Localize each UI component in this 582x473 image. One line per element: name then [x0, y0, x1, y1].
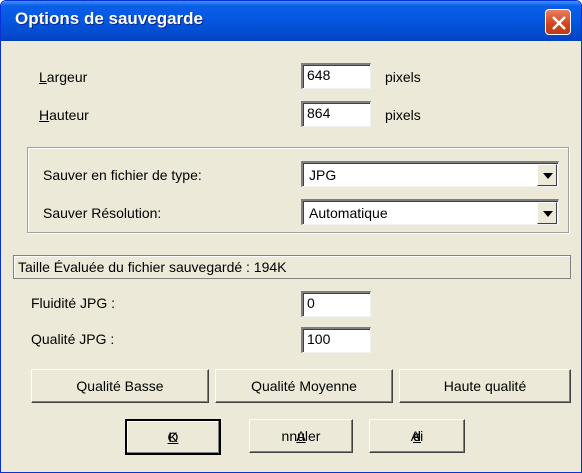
medium-quality-label: Qualité Moyenne [251, 378, 357, 394]
width-field[interactable]: 648 [301, 63, 371, 89]
width-unit: pixels [385, 69, 421, 85]
jpg-smoothing-label: Fluidité JPG : [31, 295, 116, 311]
help-button[interactable]: Ai d e [369, 419, 465, 453]
ok-button[interactable]: OK [125, 419, 221, 455]
resolution-label: Sauver Résolution: [43, 205, 162, 221]
high-quality-label: Haute qualité [443, 378, 527, 394]
width-value: 648 [307, 67, 331, 83]
dialog-window: Options de sauvegarde Largeur 648 pixels… [0, 0, 582, 473]
width-label: Largeur [39, 69, 88, 85]
file-type-label: Sauver en fichier de type: [43, 167, 202, 183]
resolution-select[interactable]: Automatique [301, 199, 559, 225]
jpg-quality-label: Qualité JPG : [31, 331, 115, 347]
resolution-value: Automatique [309, 205, 388, 221]
file-type-value: JPG [309, 167, 337, 183]
dialog-title: Options de sauvegarde [15, 9, 203, 28]
estimated-size-text: Taille Évaluée du fichier sauvegardé : 1… [18, 259, 287, 275]
low-quality-label: Qualité Basse [76, 378, 164, 394]
estimated-size-panel: Taille Évaluée du fichier sauvegardé : 1… [13, 255, 571, 279]
close-button[interactable] [545, 9, 571, 35]
chevron-down-icon [543, 173, 553, 179]
low-quality-button[interactable]: Qualité Basse [31, 369, 209, 403]
jpg-smoothing-field[interactable]: 0 [301, 291, 371, 317]
high-quality-button[interactable]: Haute qualité [399, 369, 571, 403]
height-field[interactable]: 864 [301, 101, 371, 127]
file-type-select[interactable]: JPG [301, 161, 559, 187]
title-bar[interactable]: Options de sauvegarde [1, 1, 581, 41]
file-type-dropdown-button[interactable] [537, 164, 557, 186]
close-icon [552, 16, 566, 30]
medium-quality-button[interactable]: Qualité Moyenne [215, 369, 393, 403]
resolution-dropdown-button[interactable] [537, 202, 557, 224]
height-unit: pixels [385, 107, 421, 123]
height-value: 864 [307, 105, 331, 121]
jpg-quality-value: 100 [307, 331, 331, 347]
height-label: Hauteur [39, 107, 89, 123]
chevron-down-icon [543, 211, 553, 217]
jpg-quality-field[interactable]: 100 [301, 327, 371, 353]
jpg-smoothing-value: 0 [307, 295, 315, 311]
cancel-button[interactable]: Annuler [249, 419, 353, 453]
